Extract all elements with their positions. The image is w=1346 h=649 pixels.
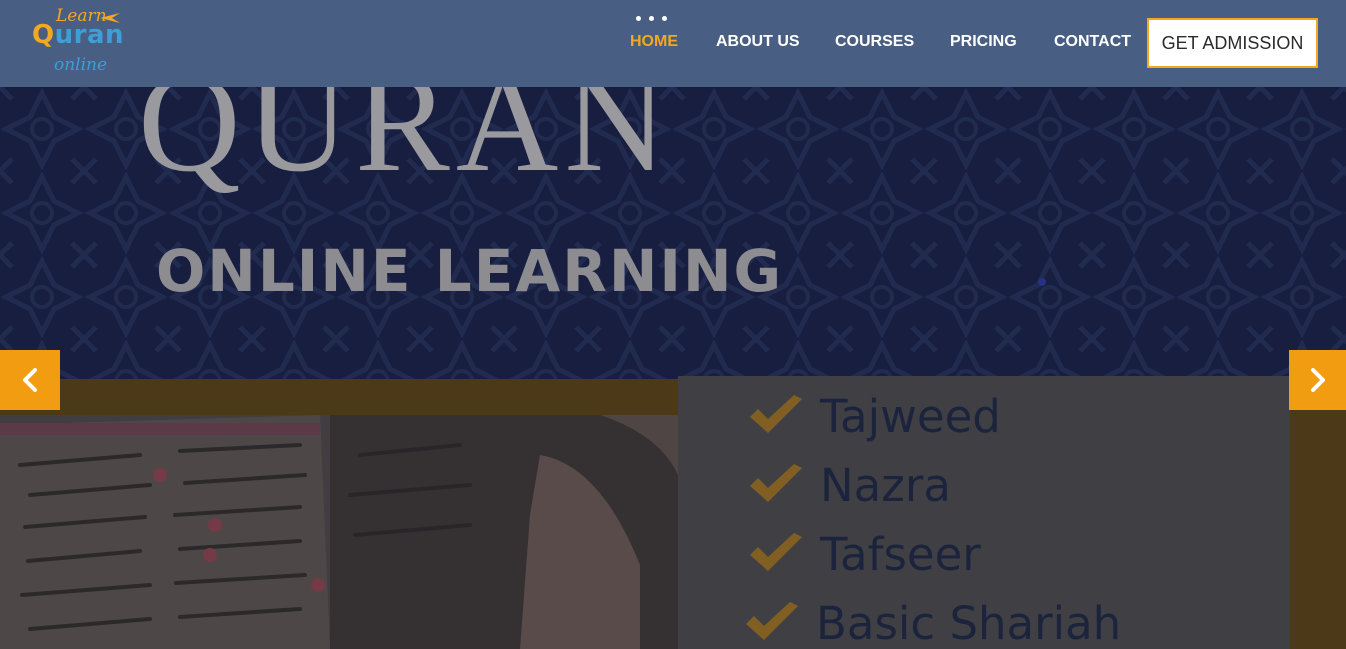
logo-quran-text: Quran [32, 20, 124, 50]
chevron-right-icon [1310, 368, 1325, 392]
checkmark-icon [746, 601, 798, 640]
course-list-panel: Tajweed Nazra Tafseer Basic Shariah [678, 376, 1290, 649]
checkmark-icon [750, 463, 802, 502]
site-logo[interactable]: Learn Quran online [32, 6, 132, 80]
course-item-basic-shariah: Basic Shariah [744, 601, 1121, 646]
slider-prev-button[interactable] [0, 350, 60, 410]
checkmark-icon [750, 532, 802, 571]
course-item-nazra: Nazra [748, 463, 951, 508]
slider-dot[interactable] [1038, 278, 1046, 286]
get-admission-button[interactable]: GET ADMISSION [1147, 18, 1318, 68]
hero-slider: QURAN ONLINE LEARNING Tajweed Nazra Tafs… [0, 87, 1346, 649]
nav-item-home[interactable]: HOME [630, 33, 678, 51]
logo-q-letter: Q [32, 20, 55, 50]
course-label: Basic Shariah [816, 597, 1122, 649]
active-indicator-dots [636, 16, 670, 22]
course-item-tajweed: Tajweed [748, 394, 1001, 439]
slider-next-button[interactable] [1289, 350, 1346, 410]
nav-item-pricing[interactable]: PRICING [950, 33, 1017, 51]
nav-item-about-us[interactable]: ABOUT US [716, 33, 800, 51]
course-label: Nazra [820, 459, 951, 512]
site-header: Learn Quran online HOME ABOUT US COURSES… [0, 0, 1346, 87]
course-item-tafseer: Tafseer [748, 532, 981, 577]
logo-online-text: online [54, 55, 108, 75]
nav-item-contact[interactable]: CONTACT [1054, 33, 1131, 51]
nav-item-courses[interactable]: COURSES [835, 33, 914, 51]
course-label: Tajweed [820, 390, 1001, 443]
checkmark-icon [750, 394, 802, 433]
course-label: Tafseer [820, 528, 981, 581]
chevron-left-icon [23, 368, 37, 392]
hero-subtitle: ONLINE LEARNING [156, 237, 784, 305]
hero-title: QURAN [138, 87, 673, 201]
logo-uran-letters: uran [54, 20, 124, 50]
quran-book-image [0, 415, 678, 649]
